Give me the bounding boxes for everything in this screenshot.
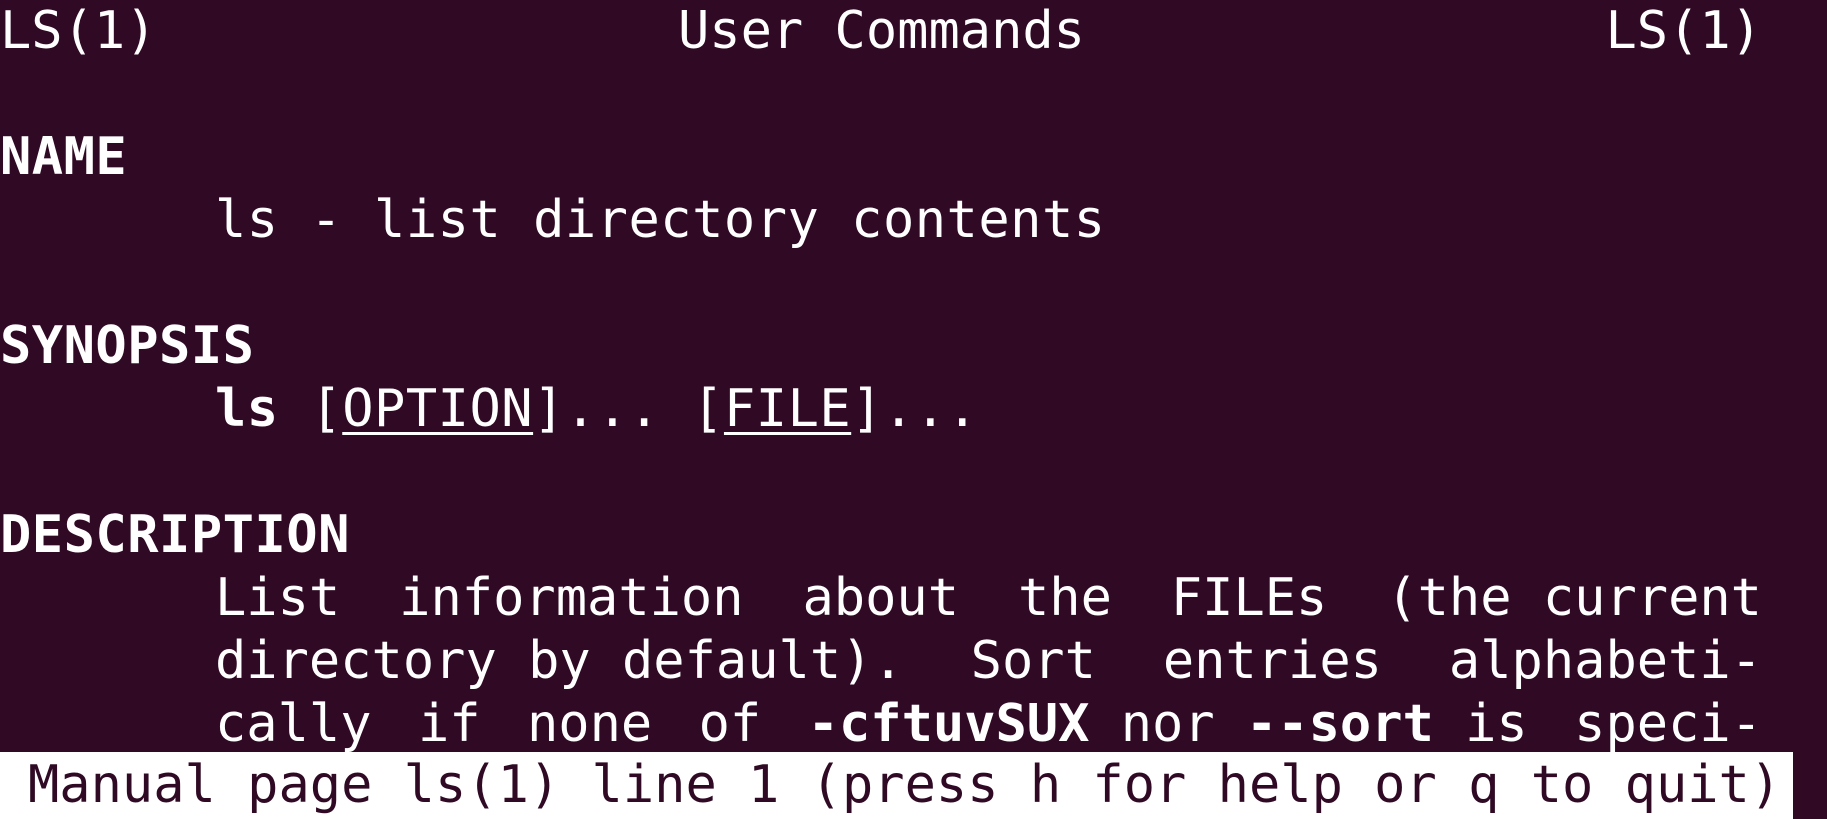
header-right-title: LS(1) bbox=[1605, 1, 1762, 61]
description-word: Sort bbox=[970, 631, 1096, 691]
description-line-2: directory by default). Sort entries alph… bbox=[215, 630, 1762, 693]
synopsis-separator bbox=[660, 379, 692, 439]
description-word: information bbox=[399, 568, 744, 628]
section-heading-description: DESCRIPTION bbox=[0, 505, 350, 565]
description-word: FILEs bbox=[1170, 568, 1328, 628]
description-word: none bbox=[526, 694, 653, 754]
description-word: directory by default). bbox=[215, 631, 904, 691]
description-word: List bbox=[215, 568, 341, 628]
description-word: the bbox=[1017, 568, 1112, 628]
description-line-1: List information about the FILEs (the cu… bbox=[215, 567, 1762, 630]
header-left-title: LS(1) bbox=[0, 1, 157, 61]
description-word: cally bbox=[215, 694, 372, 754]
synopsis-command: ls bbox=[215, 379, 279, 439]
synopsis-arg-file: FILE bbox=[723, 379, 852, 439]
section-heading-name: NAME bbox=[0, 127, 128, 187]
description-option-sort: --sort bbox=[1245, 694, 1434, 754]
pager-status-bar: Manual page ls(1) line 1 (press h for he… bbox=[0, 752, 1793, 819]
synopsis-line: ls [OPTION]... [FILE]... bbox=[215, 378, 978, 441]
synopsis-bracket: [ bbox=[692, 379, 724, 439]
description-word: is bbox=[1465, 694, 1528, 754]
description-word: speci- bbox=[1574, 694, 1762, 754]
synopsis-arg-option: OPTION bbox=[342, 379, 534, 439]
description-word: if bbox=[417, 694, 481, 754]
description-option-flags: -cftuvSUX bbox=[807, 694, 1090, 754]
section-heading-synopsis: SYNOPSIS bbox=[0, 316, 255, 376]
synopsis-bracket: ]... bbox=[851, 379, 979, 439]
description-word: about bbox=[802, 568, 960, 628]
description-word: (the current bbox=[1386, 568, 1762, 628]
synopsis-bracket: [ bbox=[310, 379, 343, 439]
description-word: entries bbox=[1162, 631, 1382, 691]
description-word: of bbox=[698, 694, 762, 754]
description-word: nor bbox=[1120, 694, 1215, 754]
description-word: alphabeti- bbox=[1448, 631, 1762, 691]
header-center-title: User Commands bbox=[678, 1, 1085, 61]
man-page-header: LS(1) User Commands LS(1) bbox=[0, 0, 1762, 63]
name-description: ls - list directory contents bbox=[215, 190, 1106, 250]
description-line-3: cally if none of -cftuvSUX nor --sort is… bbox=[215, 693, 1762, 756]
terminal-window[interactable]: LS(1) User Commands LS(1) NAME ls - list… bbox=[0, 0, 1827, 819]
synopsis-bracket: ]... bbox=[533, 379, 661, 439]
